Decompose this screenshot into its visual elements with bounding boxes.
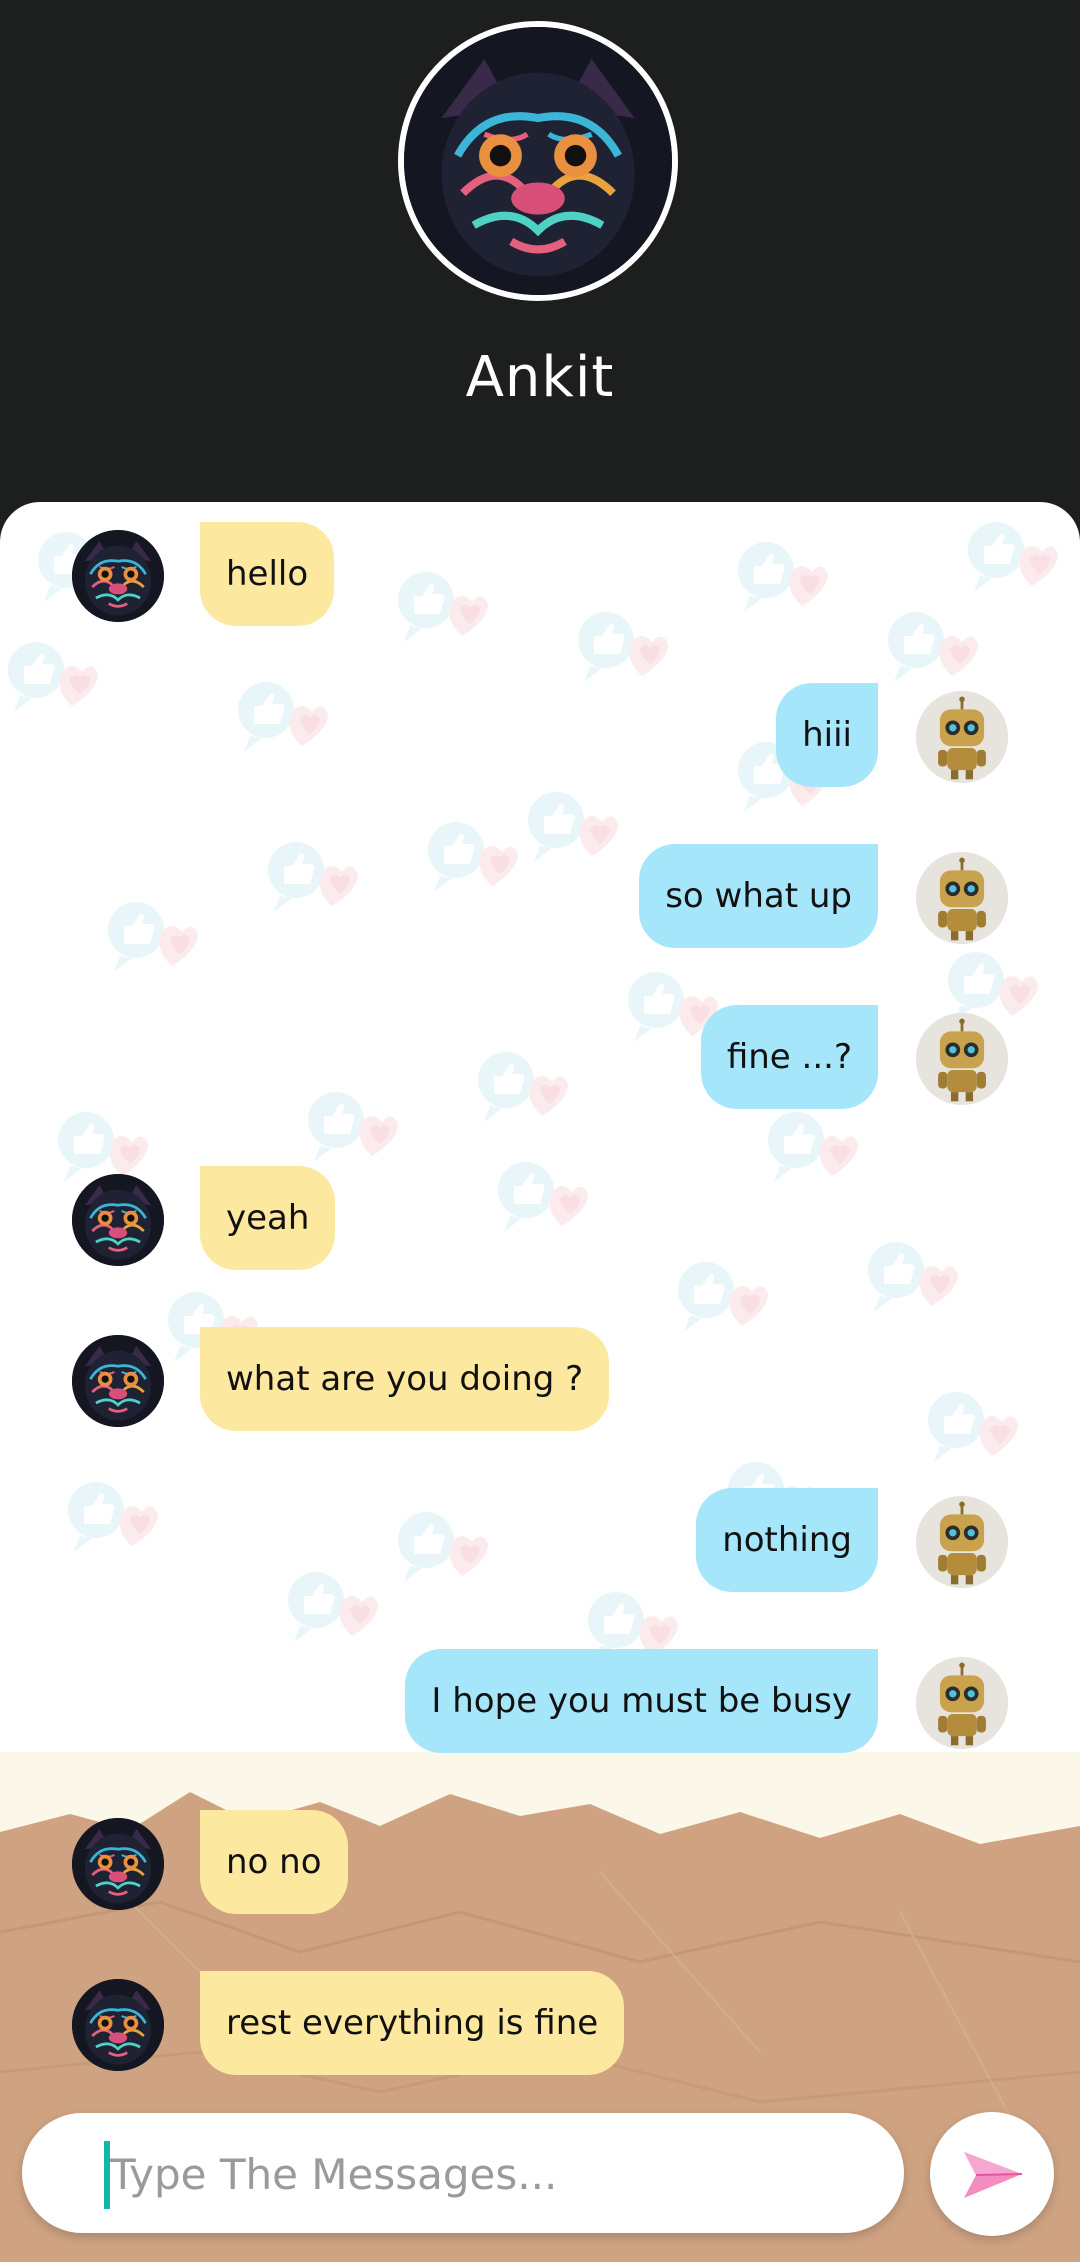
outgoing-message: I hope you must be busy [0, 1649, 1080, 1759]
outgoing-message: fine ...? [0, 1005, 1080, 1115]
incoming-message: no no [0, 1810, 1080, 1920]
self-avatar[interactable] [916, 691, 1008, 783]
message-bubble[interactable]: rest everything is fine [200, 1971, 625, 2075]
contact-name: Ankit [465, 345, 615, 410]
outgoing-message: hiii [0, 683, 1080, 793]
self-avatar[interactable] [916, 1496, 1008, 1588]
contact-avatar[interactable] [72, 530, 164, 622]
self-avatar[interactable] [916, 1013, 1008, 1105]
contact-avatar[interactable] [72, 1818, 164, 1910]
chat-area[interactable]: hello hiii so what up fine ...? yeah what are… [0, 502, 1080, 2262]
message-bubble[interactable]: what are you doing ? [200, 1327, 610, 1431]
contact-avatar[interactable] [72, 1335, 164, 1427]
message-bubble[interactable]: no no [200, 1810, 348, 1914]
incoming-message: hello [0, 522, 1080, 632]
incoming-message: yeah [0, 1166, 1080, 1276]
contact-avatar[interactable] [72, 1979, 164, 2071]
message-bubble[interactable]: yeah [200, 1166, 336, 1270]
message-input[interactable] [108, 2113, 872, 2235]
send-button[interactable] [930, 2112, 1054, 2236]
chat-header: Ankit [0, 0, 1080, 520]
incoming-message: rest everything is fine [0, 1971, 1080, 2081]
message-bubble[interactable]: fine ...? [700, 1005, 878, 1109]
incoming-message: what are you doing ? [0, 1327, 1080, 1437]
contact-avatar[interactable] [398, 21, 678, 301]
send-icon [964, 2152, 1023, 2198]
message-bubble[interactable]: so what up [639, 844, 878, 948]
contact-avatar[interactable] [72, 1174, 164, 1266]
outgoing-message: nothing [0, 1488, 1080, 1598]
self-avatar[interactable] [916, 1657, 1008, 1749]
self-avatar[interactable] [916, 852, 1008, 944]
message-bubble[interactable]: nothing [696, 1488, 878, 1592]
message-bubble[interactable]: hello [200, 522, 335, 626]
message-composer[interactable] [22, 2113, 904, 2235]
message-bubble[interactable]: hiii [776, 683, 878, 787]
outgoing-message: so what up [0, 844, 1080, 954]
message-bubble[interactable]: I hope you must be busy [405, 1649, 878, 1753]
